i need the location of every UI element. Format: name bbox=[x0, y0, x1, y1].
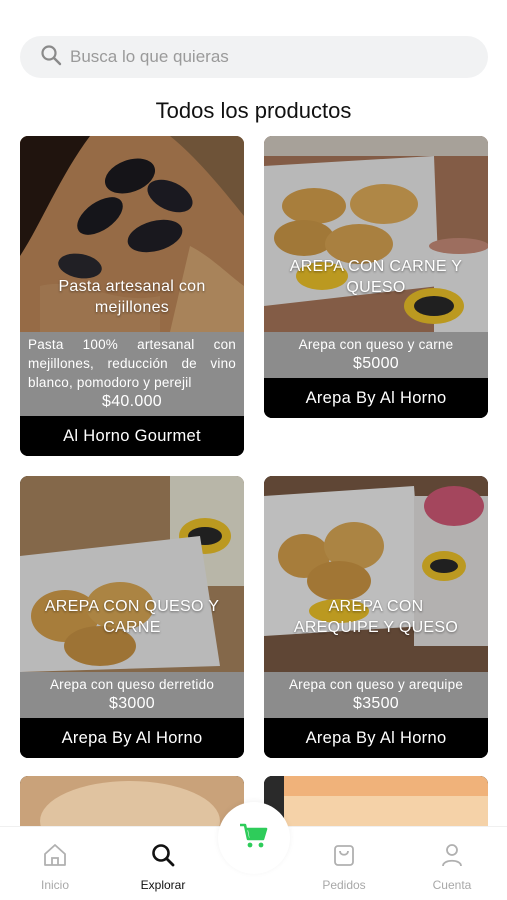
search-input[interactable] bbox=[70, 47, 488, 67]
product-image: AREPA CON AREQUIPE Y QUESO bbox=[264, 476, 488, 672]
product-info: Arepa con queso y carne $5000 bbox=[264, 332, 488, 378]
cart-button[interactable] bbox=[218, 802, 290, 874]
home-icon bbox=[41, 841, 69, 874]
product-card[interactable]: AREPA CON QUESO Y CARNE Arepa con queso … bbox=[20, 476, 244, 758]
nav-home[interactable]: Inicio bbox=[15, 841, 95, 892]
search-bar[interactable] bbox=[20, 36, 488, 78]
nav-home-label: Inicio bbox=[40, 878, 69, 892]
product-description: Arepa con queso y arequipe bbox=[288, 677, 464, 692]
user-icon bbox=[438, 841, 466, 874]
product-name: AREPA CON QUESO Y CARNE bbox=[44, 598, 220, 636]
store-name: Arepa By Al Horno bbox=[264, 718, 488, 758]
nav-account[interactable]: Cuenta bbox=[412, 841, 492, 892]
product-name: AREPA CON CARNE Y QUESO bbox=[289, 258, 463, 296]
product-description: Arepa con queso y carne bbox=[298, 337, 454, 352]
product-description: Arepa con queso derretido bbox=[49, 677, 215, 692]
nav-explore-label: Explorar bbox=[140, 878, 186, 892]
product-image: Pasta artesanal con mejillones bbox=[20, 136, 244, 332]
product-price: $5000 bbox=[353, 355, 399, 372]
product-price: $3500 bbox=[353, 695, 399, 712]
store-name: Al Horno Gourmet bbox=[20, 416, 244, 456]
product-card[interactable]: AREPA CON CARNE Y QUESO Arepa con queso … bbox=[264, 136, 488, 418]
nav-explore[interactable]: Explorar bbox=[123, 841, 203, 892]
shopping-bag-icon bbox=[330, 841, 358, 874]
cart-icon bbox=[239, 822, 269, 855]
product-price: $3000 bbox=[109, 695, 155, 712]
product-name: Pasta artesanal con mejillones bbox=[58, 278, 206, 316]
product-name: AREPA CON AREQUIPE Y QUESO bbox=[293, 598, 459, 636]
search-icon bbox=[149, 841, 177, 874]
product-info: Pasta 100% artesanal con mejillones, red… bbox=[20, 332, 244, 416]
search-icon bbox=[40, 44, 62, 71]
nav-orders-label: Pedidos bbox=[322, 878, 366, 892]
nav-orders[interactable]: Pedidos bbox=[304, 841, 384, 892]
store-name: Arepa By Al Horno bbox=[264, 378, 488, 418]
product-card[interactable]: AREPA CON AREQUIPE Y QUESO Arepa con que… bbox=[264, 476, 488, 758]
product-image: AREPA CON QUESO Y CARNE bbox=[20, 476, 244, 672]
product-price: $40.000 bbox=[102, 393, 162, 410]
product-description: Pasta 100% artesanal con mejillones, red… bbox=[28, 337, 236, 390]
nav-account-label: Cuenta bbox=[432, 878, 472, 892]
product-info: Arepa con queso derretido $3000 bbox=[20, 672, 244, 718]
section-title: Todos los productos bbox=[155, 98, 352, 123]
store-name: Arepa By Al Horno bbox=[20, 718, 244, 758]
product-image: AREPA CON CARNE Y QUESO bbox=[264, 136, 488, 332]
product-info: Arepa con queso y arequipe $3500 bbox=[264, 672, 488, 718]
product-card[interactable]: Pasta artesanal con mejillones Pasta 100… bbox=[20, 136, 244, 456]
